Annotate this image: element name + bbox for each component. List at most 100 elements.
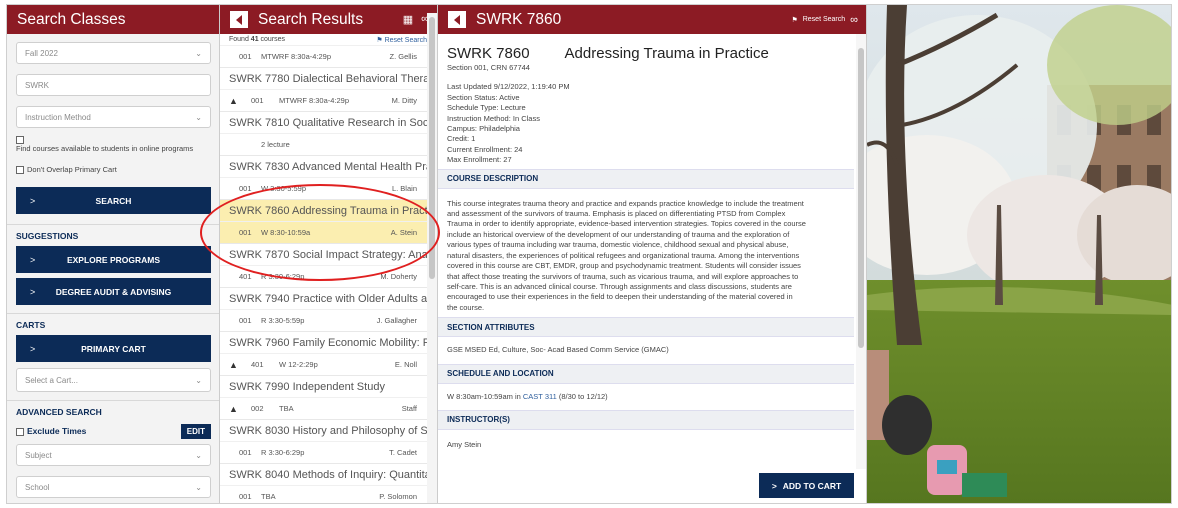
overlap-checkbox[interactable] — [16, 166, 24, 175]
section-row[interactable]: 001 W 8:30-10:59a A. Stein — [220, 221, 427, 243]
section-row[interactable]: 001 MTWRF 8:30a-4:29p Z. Gellis — [220, 45, 427, 67]
chevron-down-icon: ⌄ — [195, 482, 202, 492]
back-arrow-icon[interactable] — [230, 11, 248, 28]
detail-scrollbar[interactable] — [856, 34, 866, 469]
calendar-icon[interactable]: ▦ — [403, 13, 413, 26]
overlap-label: Don't Overlap Primary Cart — [27, 165, 117, 174]
course-info-line: Schedule Type: Lecture — [447, 103, 526, 113]
description-line: and assessment of the survivors of traum… — [447, 209, 786, 219]
reset-search-label: Reset Search — [384, 37, 427, 44]
keyword-input[interactable]: SWRK — [16, 74, 211, 96]
warning-icon: ▲ — [229, 95, 238, 106]
found-suffix: courses — [258, 36, 286, 43]
section-row[interactable]: 001 TBA P. Solomon — [220, 485, 427, 503]
school-placeholder: School — [25, 482, 50, 492]
online-label: Find courses available to students in on… — [16, 144, 194, 154]
section-number: 001 — [239, 448, 252, 457]
course-info-line: Last Updated 9/12/2022, 1:19:40 PM — [447, 82, 570, 92]
advanced-search-heading: ADVANCED SEARCH — [7, 400, 219, 422]
add-to-cart-button[interactable]: > ADD TO CART — [759, 473, 854, 498]
term-select[interactable]: Fall 2022 ⌄ — [16, 42, 211, 64]
section-attributes-heading: SECTION ATTRIBUTES — [438, 317, 854, 338]
school-select[interactable]: School ⌄ — [16, 476, 211, 498]
section-time: W 3:30-5:59p — [261, 184, 307, 193]
description-line: self-care. This is an advanced clinical … — [447, 281, 792, 291]
search-button[interactable]: > SEARCH — [16, 187, 211, 214]
exclude-times-checkbox[interactable] — [16, 427, 24, 436]
course-result-title[interactable]: SWRK 7780 Dialectical Behavioral Therapy — [220, 67, 427, 89]
edit-button[interactable]: EDIT — [180, 423, 211, 439]
section-instructor: E. Noll — [394, 360, 417, 369]
description-line: encouraged to use their experiences in t… — [447, 292, 793, 302]
room-link[interactable]: CAST 311 — [523, 392, 557, 401]
course-result-title[interactable]: SWRK 7810 Qualitative Research in Social… — [220, 111, 427, 133]
section-number: 002 — [251, 404, 264, 413]
chevron-down-icon: ⌄ — [195, 450, 202, 460]
section-attributes: GSE MSED Ed, Culture, Soc- Acad Based Co… — [447, 345, 669, 355]
exclude-times-label: Exclude Times — [27, 426, 87, 436]
reset-search-label: Reset Search — [802, 16, 846, 23]
detail-header-title: SWRK 7860 — [476, 10, 562, 28]
section-instructor: M. Doherty — [380, 272, 417, 281]
section-row[interactable]: ▲ 001 MTWRF 8:30a-4:29p M. Ditty — [220, 89, 427, 111]
course-result-title[interactable]: SWRK 7940 Practice with Older Adults an.… — [220, 287, 427, 309]
section-number: 001 — [239, 184, 252, 193]
course-info-line: Campus: Philadelphia — [447, 124, 520, 134]
section-row[interactable]: ▲ 002 TBA Staff — [220, 397, 427, 419]
search-button-label: SEARCH — [95, 195, 132, 206]
section-time: R 3:30-5:59p — [261, 316, 305, 325]
panel-title: Search Classes — [17, 10, 126, 28]
section-row[interactable]: 401 R 3:30-6:29p M. Doherty — [220, 265, 427, 287]
section-number: 401 — [251, 360, 264, 369]
schedule-heading: SCHEDULE AND LOCATION — [438, 363, 854, 384]
section-number: 401 — [239, 272, 252, 281]
results-scrollbar[interactable] — [427, 13, 437, 503]
course-result-title[interactable]: SWRK 7960 Family Economic Mobility: Pr..… — [220, 331, 427, 353]
course-description: This course integrates trauma theory and… — [438, 189, 854, 317]
section-row[interactable]: ▲ 401 W 12-2:29p E. Noll — [220, 353, 427, 375]
course-result-title[interactable]: SWRK 8030 History and Philosophy of So..… — [220, 419, 427, 441]
reset-search-button[interactable]: ⚑ Reset Search ∞ — [791, 14, 858, 26]
instructors-heading: INSTRUCTOR(S) — [438, 409, 854, 430]
course-info-line: Max Enrollment: 27 — [447, 155, 512, 165]
reset-search-link[interactable]: ⚑ Reset Search — [376, 36, 427, 45]
back-arrow-icon[interactable] — [448, 11, 466, 28]
course-result-title[interactable]: SWRK 7830 Advanced Mental Health Pra... — [220, 155, 427, 177]
instruction-method-select[interactable]: Instruction Method ⌄ — [16, 106, 211, 128]
detail-scroll-thumb[interactable] — [858, 48, 864, 348]
campus-background-image — [867, 5, 1171, 503]
course-result-title[interactable]: SWRK 7990 Independent Study — [220, 375, 427, 397]
course-info-line: Section Status: Active — [447, 92, 520, 102]
search-classes-panel: Search Classes Fall 2022 ⌄ SWRK Instructi… — [7, 5, 220, 503]
primary-cart-label: PRIMARY CART — [81, 343, 146, 354]
section-row[interactable]: 001 R 3:30-5:59p J. Gallagher — [220, 309, 427, 331]
section-time: 2 lecture — [261, 140, 290, 149]
degree-audit-label: DEGREE AUDIT & ADVISING — [55, 286, 172, 297]
course-detail-panel: SWRK 7860 ⚑ Reset Search ∞ SWRK 7860 Addres… — [438, 5, 867, 503]
description-line: that affect those treating the survivors… — [447, 271, 799, 281]
section-time: R 3:30-6:29p — [261, 272, 305, 281]
primary-cart-button[interactable]: > PRIMARY CART — [16, 335, 211, 362]
section-row[interactable]: 2 lecture — [220, 133, 427, 155]
course-info: Last Updated 9/12/2022, 1:19:40 PM Sectio… — [438, 82, 854, 165]
explore-programs-button[interactable]: > EXPLORE PROGRAMS — [16, 246, 211, 273]
course-result-title[interactable]: SWRK 7870 Social Impact Strategy: Analy.… — [220, 243, 427, 265]
select-cart-select[interactable]: Select a Cart... ⌄ — [16, 368, 211, 392]
chevron-down-icon: ⌄ — [195, 48, 202, 58]
search-results-header: Search Results ▦ ∞ — [220, 5, 437, 34]
course-result-title[interactable]: SWRK 7860 Addressing Trauma in Practice — [220, 199, 427, 221]
chevron-right-icon: > — [30, 195, 36, 206]
description-line: covered in this course are CBT, EMDR, gr… — [447, 261, 801, 271]
section-row[interactable]: 001 R 3:30-6:29p T. Cadet — [220, 441, 427, 463]
course-result-title[interactable]: SWRK 8040 Methods of Inquiry: Quantita..… — [220, 463, 427, 485]
warning-icon: ▲ — [229, 359, 238, 370]
warning-icon: ▲ — [229, 403, 238, 414]
subject-select[interactable]: Subject ⌄ — [16, 444, 211, 466]
course-code: SWRK 7860 — [447, 45, 530, 62]
degree-audit-button[interactable]: > DEGREE AUDIT & ADVISING — [16, 278, 211, 305]
results-scroll-thumb[interactable] — [429, 17, 435, 279]
section-row[interactable]: 001 W 3:30-5:59p L. Blain — [220, 177, 427, 199]
online-checkbox[interactable] — [16, 136, 24, 145]
select-cart-value: Select a Cart... — [25, 375, 78, 385]
section-time: TBA — [279, 404, 294, 413]
